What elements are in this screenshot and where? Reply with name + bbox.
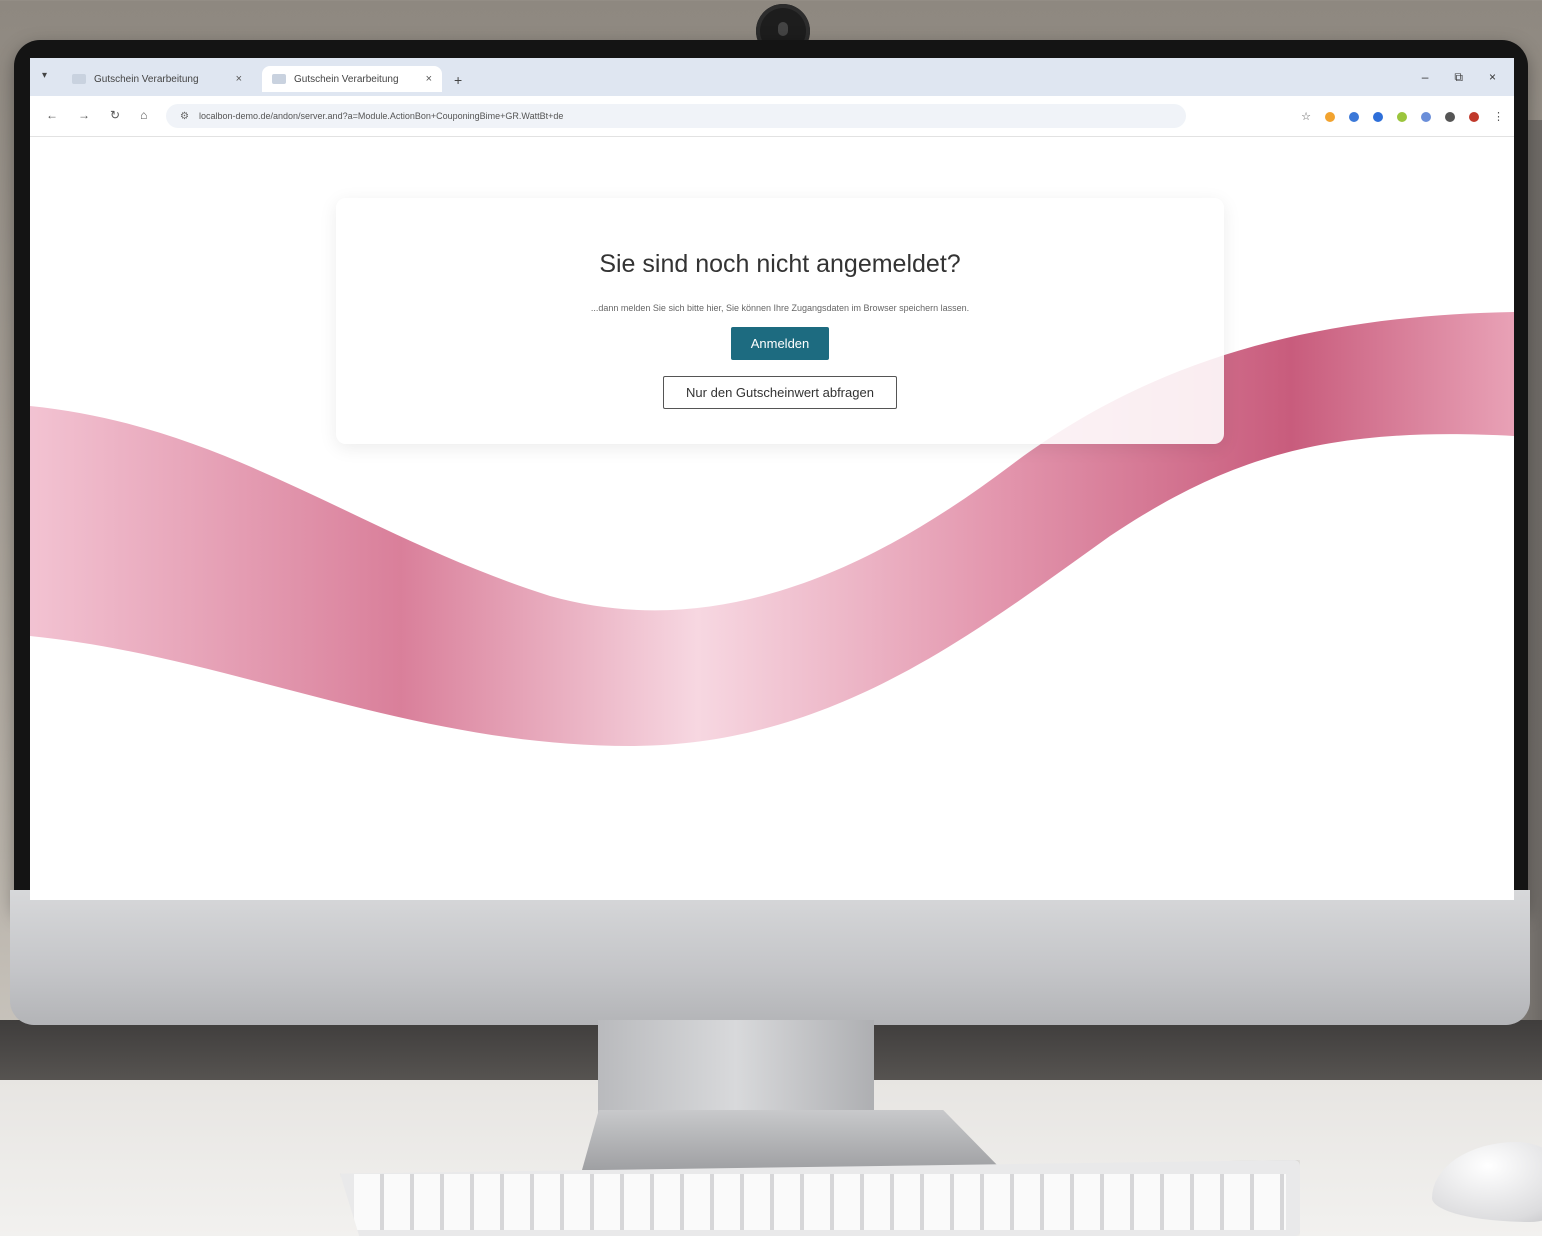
tab-title: Gutschein Verarbeitung — [94, 73, 199, 85]
tab-title: Gutschein Verarbeitung — [294, 73, 399, 85]
tab-favicon-icon — [72, 74, 86, 84]
home-icon[interactable]: ⌂ — [140, 108, 147, 122]
extension-sheet-icon[interactable] — [1397, 111, 1407, 122]
extension-globe-icon[interactable] — [1373, 111, 1383, 122]
address-bar[interactable]: ⚙ localbon-demo.de/andon/server.and?a=Mo… — [166, 104, 1186, 128]
restore-icon[interactable]: ⧉ — [1454, 70, 1463, 85]
tab-favicon-icon — [272, 74, 286, 84]
browser-tab-1[interactable]: Gutschein Verarbeitung × — [62, 66, 252, 92]
tab-close-icon[interactable]: × — [236, 73, 242, 85]
login-button[interactable]: Anmelden — [730, 327, 830, 360]
extensions-puzzle-icon[interactable] — [1445, 111, 1455, 122]
login-title: Sie sind noch nicht angemeldet? — [599, 250, 961, 278]
nav-buttons: ← → ↻ ⌂ — [46, 108, 147, 122]
extension-rss-icon[interactable] — [1325, 111, 1335, 122]
minimize-icon[interactable]: – — [1422, 70, 1429, 85]
login-card: Sie sind noch nicht angemeldet? ...dann … — [336, 198, 1224, 444]
browser-menu-icon[interactable]: ⋮ — [1493, 110, 1504, 123]
browser-toolbar: ← → ↻ ⌂ ⚙ localbon-demo.de/andon/server.… — [30, 96, 1514, 137]
reload-icon[interactable]: ↻ — [110, 108, 120, 122]
extension-icons: ☆ ⋮ — [1301, 110, 1504, 123]
tab-search-icon[interactable]: ▾ — [42, 70, 47, 81]
keyboard-keys — [354, 1174, 1286, 1230]
check-voucher-value-button[interactable]: Nur den Gutscheinwert abfragen — [663, 376, 897, 409]
close-window-icon[interactable]: × — [1489, 70, 1496, 85]
url-text: localbon-demo.de/andon/server.and?a=Modu… — [198, 111, 564, 121]
profile-avatar[interactable] — [1469, 111, 1479, 122]
extension-drive-icon[interactable] — [1349, 111, 1359, 122]
monitor-stand-foot — [582, 1110, 1002, 1170]
monitor-screen: ▾ Gutschein Verarbeitung × Gutschein Ver… — [30, 58, 1514, 900]
bookmark-star-icon[interactable]: ☆ — [1301, 110, 1311, 123]
window-controls: – ⧉ × — [1422, 70, 1496, 85]
back-icon[interactable]: ← — [46, 108, 58, 122]
new-tab-button[interactable]: + — [454, 72, 462, 88]
tab-close-icon[interactable]: × — [426, 73, 432, 85]
browser-tab-strip: ▾ Gutschein Verarbeitung × Gutschein Ver… — [30, 58, 1514, 96]
webcam-lens — [778, 22, 788, 36]
site-info-icon[interactable]: ⚙ — [180, 111, 189, 122]
login-description: ...dann melden Sie sich bitte hier, Sie … — [590, 303, 970, 313]
forward-icon[interactable]: → — [78, 108, 90, 122]
extension-link-icon[interactable] — [1421, 111, 1431, 122]
browser-tab-2-active[interactable]: Gutschein Verarbeitung × — [262, 66, 442, 92]
monitor-chin — [10, 890, 1530, 1025]
